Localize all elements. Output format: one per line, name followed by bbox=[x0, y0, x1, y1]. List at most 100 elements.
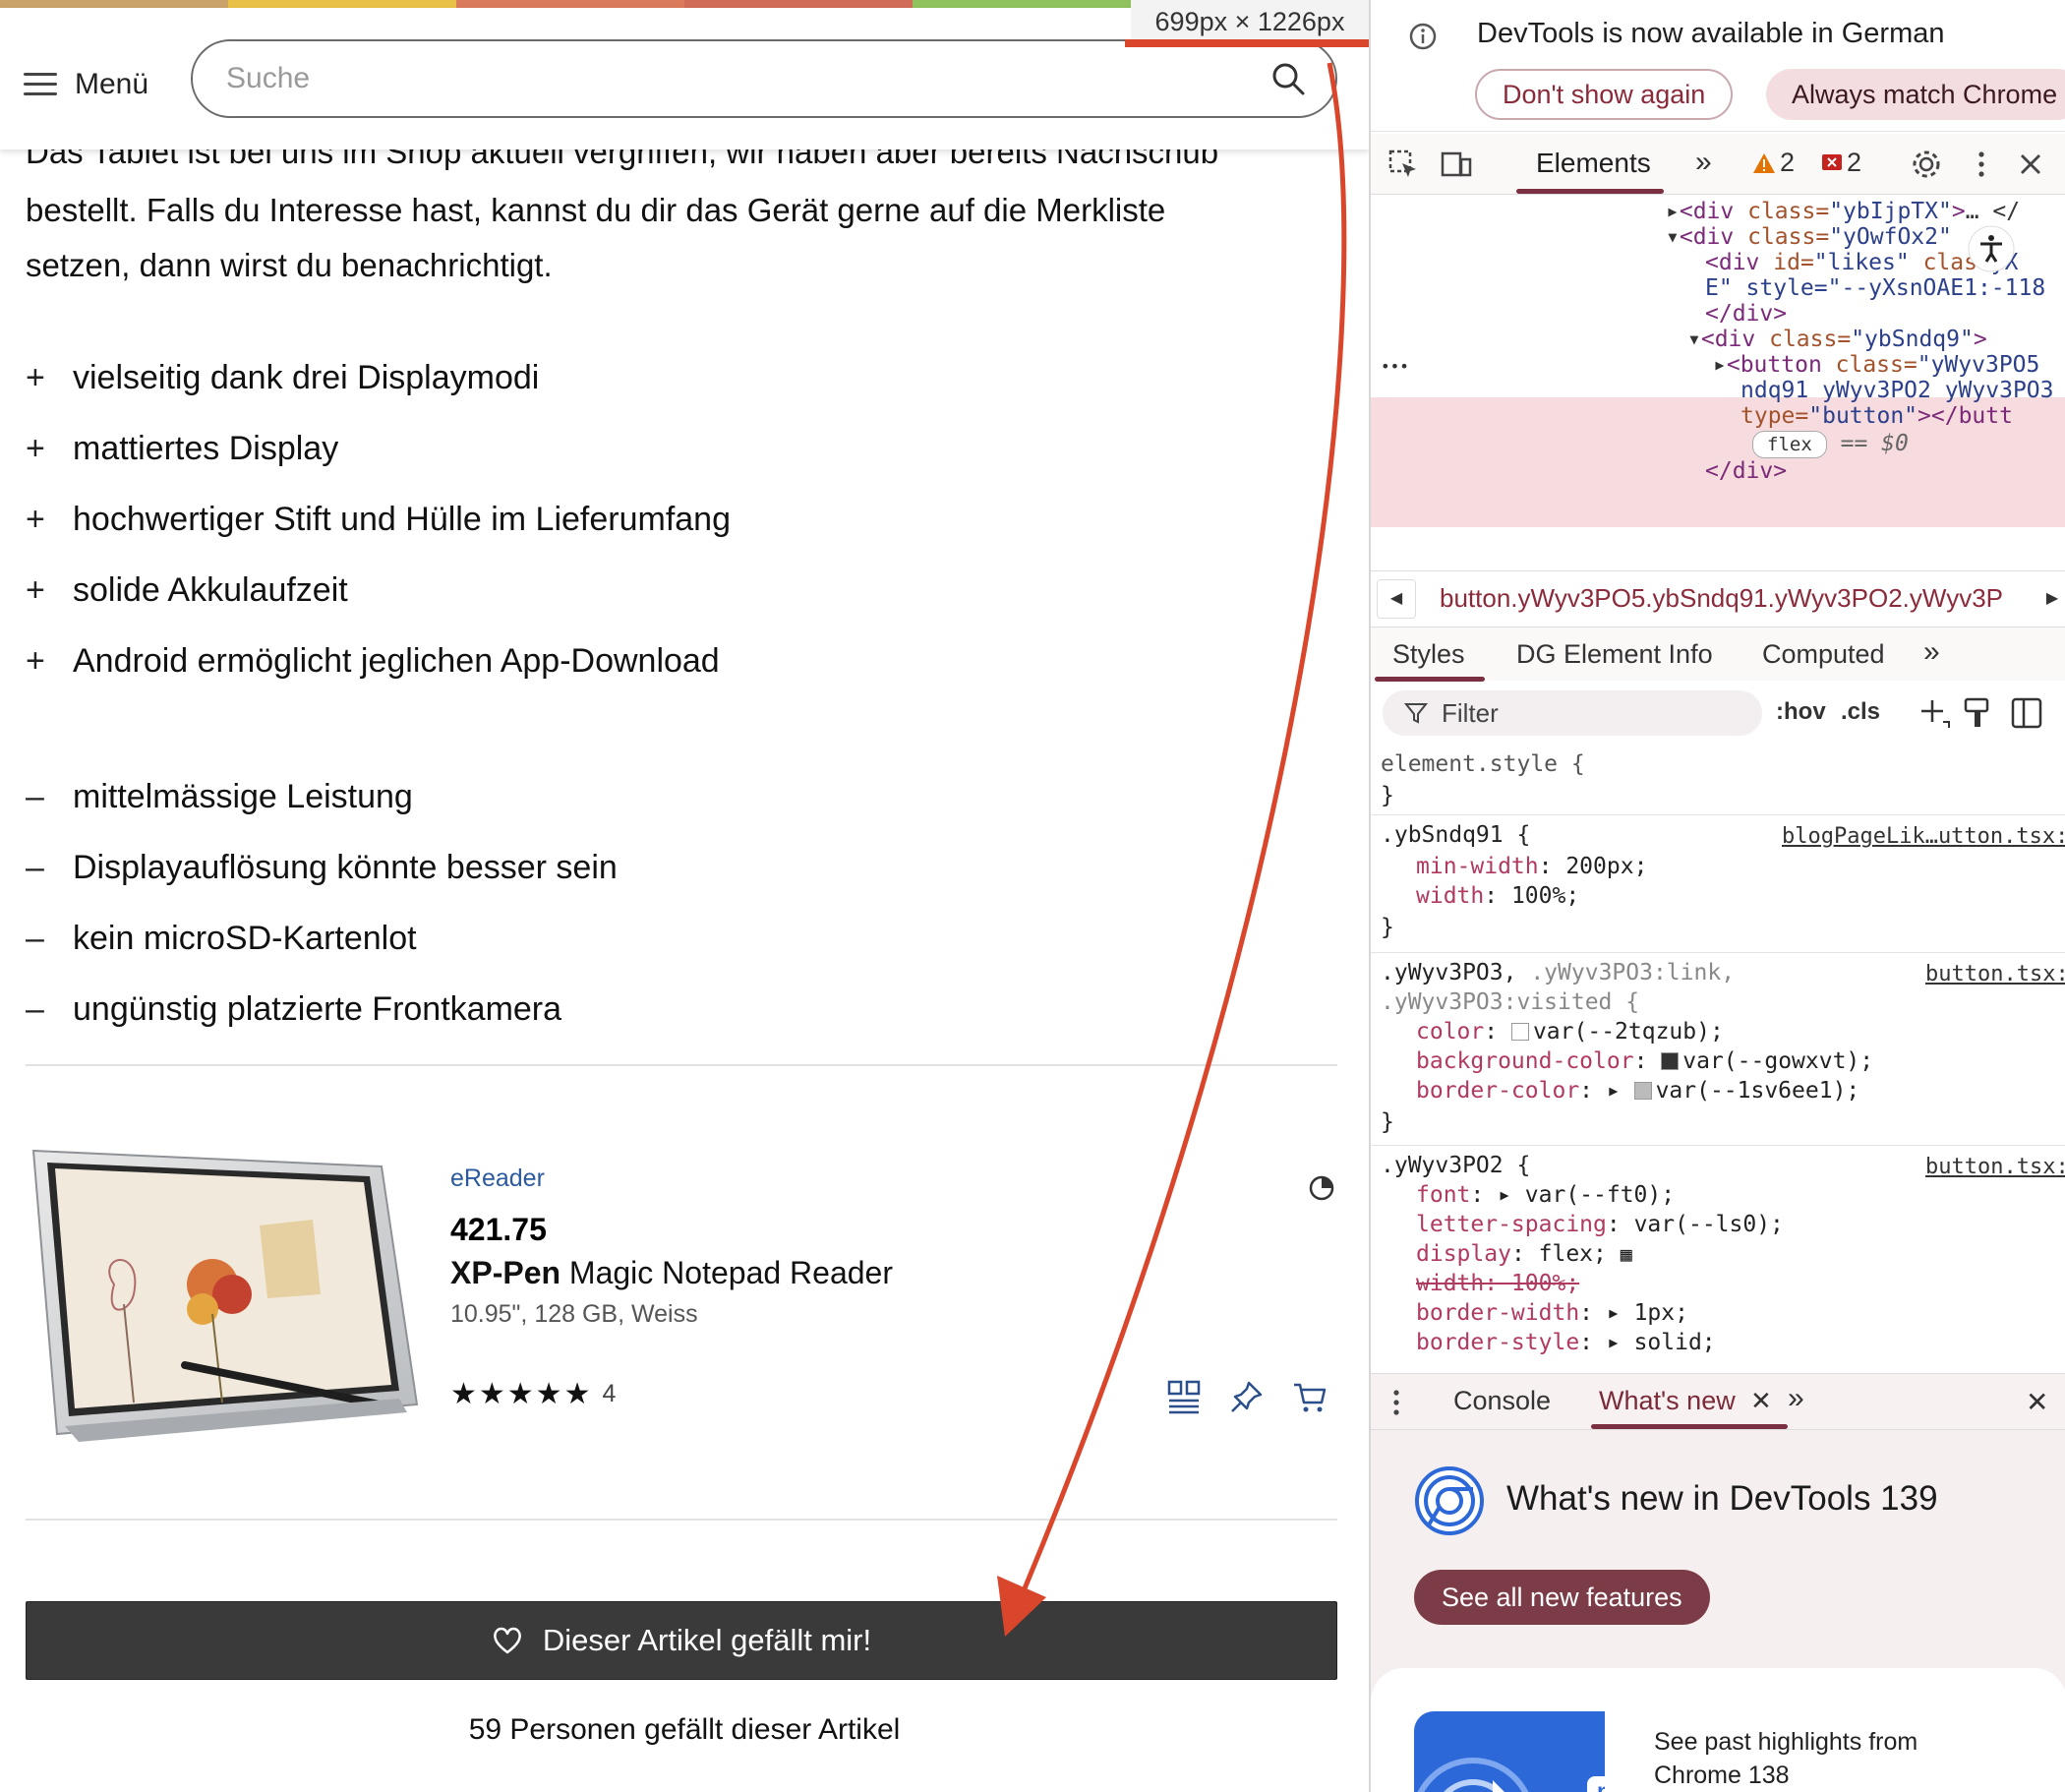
tab-whats-new[interactable]: What's new bbox=[1599, 1386, 1736, 1416]
more-sidebar-tabs-icon[interactable]: » bbox=[1923, 635, 1940, 669]
color-stripe-segment bbox=[684, 0, 913, 8]
menu-button[interactable]: Menü bbox=[24, 63, 148, 106]
tab-dg-element-info[interactable]: DG Element Info bbox=[1516, 639, 1713, 670]
css-declaration[interactable]: width: 100%; bbox=[1416, 881, 1579, 912]
rule-selector[interactable]: .yWyv3PO2 { bbox=[1381, 1151, 1530, 1181]
styles-filter-input[interactable]: Filter bbox=[1383, 690, 1762, 736]
device-toolbar-icon[interactable] bbox=[1440, 148, 1473, 181]
pro-text: vielseitig dank drei Displaymodi bbox=[73, 358, 540, 396]
breadcrumb-scroll-right[interactable]: ▶ bbox=[2037, 579, 2065, 619]
product-title[interactable]: XP-Pen Magic Notepad Reader bbox=[450, 1255, 893, 1291]
sidebar-tabs: Styles DG Element Info Computed » bbox=[1371, 627, 2065, 681]
product-card[interactable]: eReader 421.75 XP-Pen Magic Notepad Read… bbox=[26, 1147, 1337, 1452]
styles-pane[interactable]: element.style { } .ybSndq91 { blogPageLi… bbox=[1371, 744, 2065, 1373]
highlights-card[interactable]: new See past highlights from Chrome 138 bbox=[1371, 1668, 2065, 1792]
class-toggle[interactable]: .cls bbox=[1841, 698, 1880, 726]
product-rating[interactable]: ★★★★★ 4 bbox=[450, 1377, 616, 1411]
rule-selector[interactable]: .yWyv3PO3:visited { bbox=[1381, 987, 1639, 1018]
toggle-sidebar-icon[interactable] bbox=[2010, 696, 2043, 730]
flex-editor-icon[interactable]: ▦ bbox=[1621, 1242, 1632, 1266]
pro-text: mattiertes Display bbox=[73, 429, 339, 467]
css-declaration[interactable]: letter-spacing: var(--ls0); bbox=[1416, 1210, 1784, 1240]
product-name: Magic Notepad Reader bbox=[568, 1255, 893, 1290]
language-infobar: DevTools is now available in German Don'… bbox=[1371, 0, 2065, 132]
css-declaration[interactable]: background-color: var(--gowxvt); bbox=[1416, 1046, 1873, 1077]
hover-state-toggle[interactable]: :hov bbox=[1776, 698, 1826, 726]
breadcrumb-selector[interactable]: button.yWyv3PO5.ybSndq91.yWyv3PO2.yWyv3P bbox=[1440, 583, 2003, 614]
search-icon[interactable] bbox=[1270, 61, 1306, 96]
color-swatch[interactable] bbox=[1510, 1023, 1529, 1041]
tab-elements[interactable]: Elements bbox=[1536, 148, 1651, 179]
rule-close: } bbox=[1381, 1109, 1394, 1135]
pros-list: + vielseitig dank drei Displaymodi + matti… bbox=[26, 342, 731, 696]
css-declaration[interactable]: border-style: ▸ solid; bbox=[1416, 1328, 1716, 1358]
see-all-features-button[interactable]: See all new features bbox=[1414, 1570, 1710, 1625]
dom-tree[interactable]: ▸<div class="ybIjpTX">… </ ▾<div class="… bbox=[1371, 195, 2065, 570]
pro-item: + hochwertiger Stift und Hülle im Lieferu… bbox=[26, 484, 731, 555]
add-rule-icon[interactable] bbox=[1918, 696, 1951, 730]
minus-icon: – bbox=[26, 919, 44, 957]
color-stripe-segment bbox=[913, 0, 1141, 8]
pin-wishlist-icon[interactable] bbox=[1229, 1379, 1265, 1414]
product-image[interactable] bbox=[26, 1147, 419, 1448]
dont-show-again-button[interactable]: Don't show again bbox=[1475, 69, 1734, 120]
highlights-thumbnail: new bbox=[1414, 1711, 1605, 1792]
search-input[interactable]: Suche bbox=[191, 39, 1337, 118]
tab-console[interactable]: Console bbox=[1453, 1386, 1551, 1416]
always-match-chrome-button[interactable]: Always match Chrome bbox=[1766, 69, 2065, 120]
color-stripe-segment bbox=[0, 0, 228, 8]
close-devtools-icon[interactable] bbox=[2014, 148, 2047, 181]
product-category-link[interactable]: eReader bbox=[450, 1165, 545, 1193]
cart-icon[interactable] bbox=[1292, 1379, 1328, 1414]
color-stripe-segment bbox=[228, 0, 456, 8]
tab-styles[interactable]: Styles bbox=[1392, 639, 1465, 670]
pro-item: + vielseitig dank drei Displaymodi bbox=[26, 342, 731, 413]
rule-source-link[interactable]: blogPageLik…utton.tsx:6 bbox=[1782, 824, 2065, 849]
like-article-button[interactable]: Dieser Artikel gefällt mir! bbox=[26, 1601, 1337, 1680]
errors-counter[interactable]: 2 bbox=[1821, 148, 1861, 178]
warnings-counter[interactable]: 2 bbox=[1752, 148, 1795, 178]
color-swatch[interactable] bbox=[1661, 1052, 1680, 1070]
error-icon bbox=[1822, 153, 1842, 170]
drawer-menu-icon[interactable] bbox=[1385, 1386, 1408, 1419]
rule-source-link[interactable]: button.tsx:16 bbox=[1925, 1155, 2065, 1179]
close-tab-icon[interactable]: ✕ bbox=[1750, 1386, 1772, 1416]
node-options-icon[interactable]: ••• bbox=[1381, 350, 1409, 384]
rule-selector[interactable]: .yWyv3PO3, .yWyv3PO3:link, bbox=[1381, 958, 1735, 988]
css-declaration[interactable]: display: flex; ▦ bbox=[1416, 1239, 1632, 1270]
con-item: – kein microSD-Kartenlot bbox=[26, 903, 618, 974]
css-declaration[interactable]: border-color: ▸ var(--1sv6ee1); bbox=[1416, 1076, 1859, 1106]
compare-icon[interactable] bbox=[1166, 1379, 1202, 1414]
rule-source-link[interactable]: button.tsx:43 bbox=[1925, 962, 2065, 986]
element-style-rule[interactable]: element.style { bbox=[1381, 749, 1585, 780]
more-options-icon[interactable] bbox=[1965, 148, 1998, 181]
more-tabs-icon[interactable]: » bbox=[1695, 146, 1712, 179]
color-swatch[interactable] bbox=[1633, 1082, 1652, 1100]
close-drawer-icon[interactable]: ✕ bbox=[2026, 1386, 2048, 1418]
minus-icon: – bbox=[26, 989, 44, 1028]
whats-new-panel: What's new in DevTools 139 See all new f… bbox=[1371, 1430, 2065, 1792]
more-drawer-tabs-icon[interactable]: » bbox=[1788, 1382, 1804, 1415]
product-actions bbox=[1166, 1379, 1328, 1414]
highlights-illustration-icon bbox=[1417, 1758, 1529, 1792]
dom-breadcrumb[interactable]: ◀ button.yWyv3PO5.ybSndq91.yWyv3PO2.yWyv… bbox=[1371, 570, 2065, 627]
css-declaration[interactable]: font: ▸ var(--ft0); bbox=[1416, 1180, 1675, 1211]
css-declaration-overridden[interactable]: width: 100%; bbox=[1416, 1269, 1579, 1299]
css-declaration[interactable]: min-width: 200px; bbox=[1416, 852, 1647, 882]
filter-icon bbox=[1404, 703, 1428, 724]
paint-brush-icon[interactable] bbox=[1963, 696, 1992, 730]
breadcrumb-scroll-left[interactable]: ◀ bbox=[1377, 579, 1416, 619]
rule-selector[interactable]: .ybSndq91 { bbox=[1381, 820, 1530, 851]
tab-computed[interactable]: Computed bbox=[1762, 639, 1885, 670]
active-subtab-indicator bbox=[1375, 677, 1485, 682]
css-declaration[interactable]: color: var(--2tqzub); bbox=[1416, 1017, 1724, 1047]
pro-text: hochwertiger Stift und Hülle im Lieferum… bbox=[73, 500, 731, 538]
accessibility-icon[interactable] bbox=[1967, 224, 2016, 273]
hamburger-icon bbox=[24, 73, 57, 96]
inspect-element-icon[interactable] bbox=[1386, 148, 1420, 181]
divider bbox=[26, 1064, 1337, 1066]
settings-gear-icon[interactable] bbox=[1910, 148, 1943, 181]
active-tab-indicator bbox=[1516, 189, 1664, 194]
css-declaration[interactable]: border-width: ▸ 1px; bbox=[1416, 1298, 1688, 1329]
rule-separator bbox=[1371, 1145, 2065, 1146]
